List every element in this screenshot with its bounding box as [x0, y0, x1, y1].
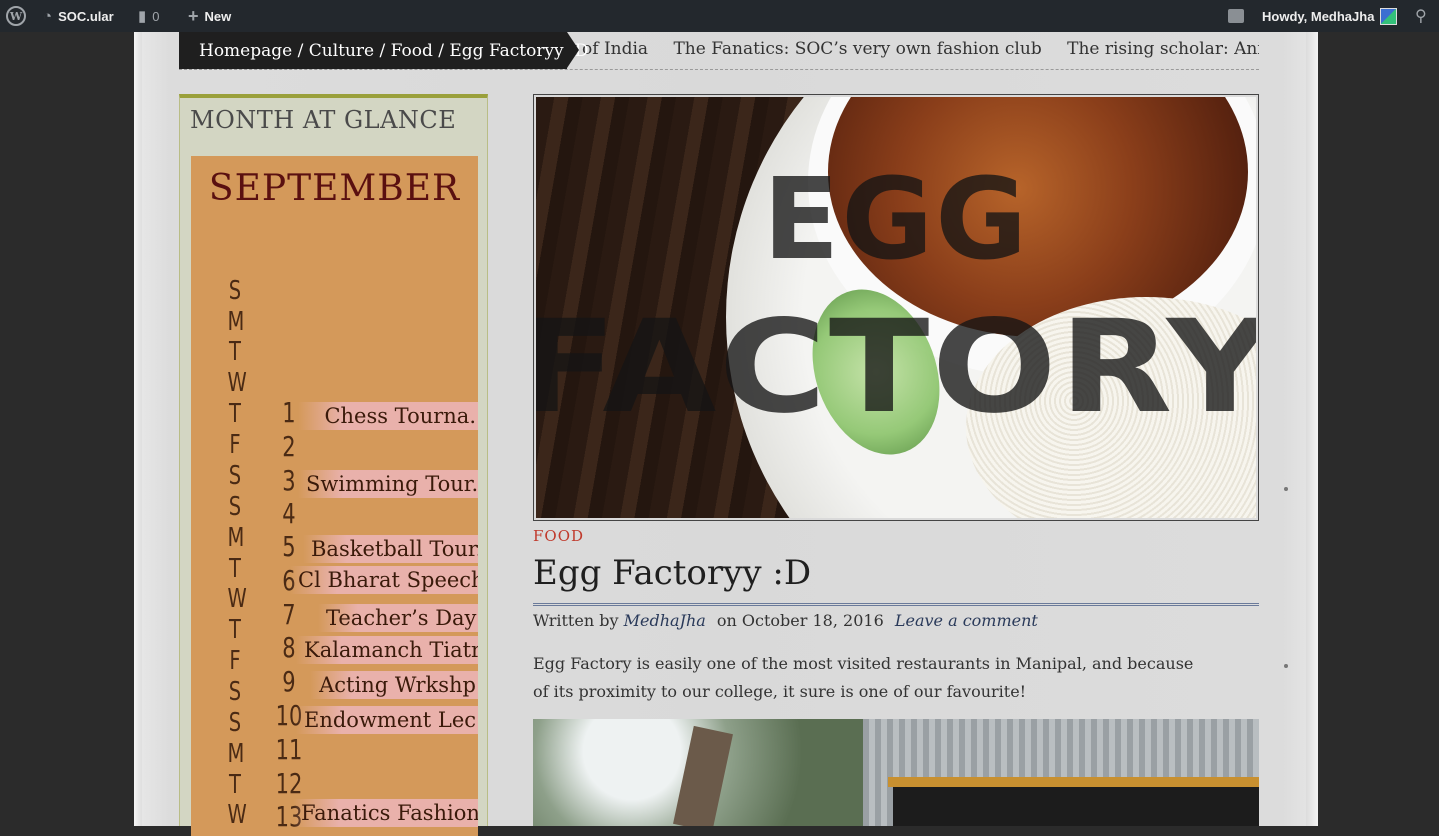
hero-title-line1: EGG: [762, 155, 1030, 285]
wordpress-icon: W: [6, 6, 26, 26]
day-of-week: M: [227, 739, 245, 769]
title-divider: [533, 603, 1259, 606]
calendar-date: 4: [282, 497, 296, 530]
calendar-event: Teacher’s Day: [318, 604, 478, 632]
site-name-link[interactable]: ◔ SOC.ular: [43, 0, 114, 32]
calendar-month: SEPTEMBER: [208, 168, 461, 209]
day-of-week: S: [228, 461, 242, 491]
post-excerpt: Egg Factory is easily one of the most vi…: [533, 654, 1194, 701]
author-link[interactable]: MedhaJha: [624, 611, 706, 630]
day-of-week: T: [229, 615, 241, 645]
day-of-week: S: [228, 708, 242, 738]
day-of-week: S: [228, 276, 242, 306]
featured-image[interactable]: EGG FACTORY: [533, 94, 1259, 521]
dashboard-gauge-icon: ◔: [43, 7, 53, 25]
admin-bar: W ◔ SOC.ular ▮ 0 + New Howdy, MedhaJha ⚲: [0, 0, 1439, 32]
page-edge-left: [134, 32, 142, 826]
post-title: Egg Factoryy :D: [533, 553, 812, 593]
day-of-week: M: [227, 307, 245, 337]
paper-dot: [1284, 664, 1288, 668]
calendar-event: Kalamanch Tiatr: [296, 636, 478, 664]
calendar-date: 7: [282, 598, 296, 631]
comment-bubble-icon: ▮: [138, 8, 147, 25]
day-of-week: S: [228, 677, 242, 707]
calendar-event: Chess Tourna.: [298, 402, 478, 430]
paper-dot: [1284, 487, 1288, 491]
day-of-week: T: [229, 337, 241, 367]
account-menu[interactable]: Howdy, MedhaJha: [1262, 0, 1398, 32]
calendar-event: Endowment Lec.: [296, 706, 478, 734]
calendar-image: SEPTEMBER S M T W T F S S M T W T F S S …: [191, 156, 478, 836]
plus-icon: +: [188, 5, 199, 26]
post-date: on October 18, 2016: [716, 611, 884, 630]
site-name-label: SOC.ular: [58, 8, 114, 24]
restaurant-sign: [893, 787, 1259, 826]
day-of-week: T: [229, 554, 241, 584]
widget-title: MONTH AT GLANCE: [190, 106, 457, 134]
written-by-label: Written by: [533, 611, 619, 630]
search-button[interactable]: ⚲: [1415, 0, 1427, 32]
hero-title-line2: FACTORY: [536, 293, 1256, 442]
calendar-date: 12: [275, 767, 303, 800]
avatar: [1380, 7, 1398, 25]
breadcrumb-arrow: [567, 32, 579, 68]
page-edge-right: [1306, 32, 1318, 826]
notification-bubble-icon: [1228, 9, 1244, 23]
post-meta: Written by MedhaJha on October 18, 2016 …: [533, 611, 1038, 630]
month-at-glance-widget: MONTH AT GLANCE SEPTEMBER S M T W T F S …: [179, 94, 488, 836]
restaurant-photo: [533, 719, 1259, 826]
new-label: New: [204, 8, 232, 24]
calendar-date: 11: [275, 733, 303, 766]
day-of-week: W: [227, 584, 247, 614]
notifications-button[interactable]: [1228, 0, 1244, 32]
calendar-event: Fanatics Fashion: [293, 799, 478, 827]
featured-image-canvas: EGG FACTORY: [536, 97, 1256, 518]
ticker-item[interactable]: The Fanatics: SOC’s very own fashion clu…: [673, 39, 1041, 59]
search-icon: ⚲: [1415, 8, 1427, 25]
day-of-week: T: [229, 770, 241, 800]
day-of-week: W: [227, 368, 247, 398]
day-of-week: M: [227, 523, 245, 553]
post-category-link[interactable]: FOOD: [533, 527, 584, 545]
comments-link[interactable]: ▮ 0: [138, 0, 160, 32]
calendar-event: Acting Wrkshp: [310, 671, 478, 699]
calendar-date: 5: [282, 530, 296, 563]
calendar-date: 2: [282, 430, 296, 463]
day-of-week: F: [229, 646, 241, 676]
ticker-item[interactable]: The rising scholar: Aniruddh: [1067, 39, 1259, 59]
howdy-greeting: Howdy, MedhaJha: [1262, 8, 1375, 24]
calendar-event: Swimming Tour.: [298, 470, 478, 498]
news-ticker: Homepage / Culture / Food / Egg Factoryy…: [179, 32, 1259, 70]
roof-beam: [888, 777, 1259, 787]
day-of-week: T: [229, 399, 241, 429]
day-of-week: S: [228, 492, 242, 522]
day-of-week: F: [229, 430, 241, 460]
breadcrumb[interactable]: Homepage / Culture / Food / Egg Factoryy…: [179, 32, 588, 69]
new-content-button[interactable]: + New: [188, 0, 231, 32]
ticker-items: y of India The Fanatics: SOC’s very own …: [567, 39, 1259, 59]
calendar-event: Cl Bharat Speech: [290, 566, 478, 594]
calendar-date: 9: [282, 665, 296, 698]
calendar-event: Basketball Tour.: [303, 535, 478, 563]
leave-comment-link[interactable]: Leave a comment: [895, 611, 1038, 630]
comments-count: 0: [152, 8, 160, 24]
wordpress-logo-button[interactable]: W: [6, 0, 26, 32]
